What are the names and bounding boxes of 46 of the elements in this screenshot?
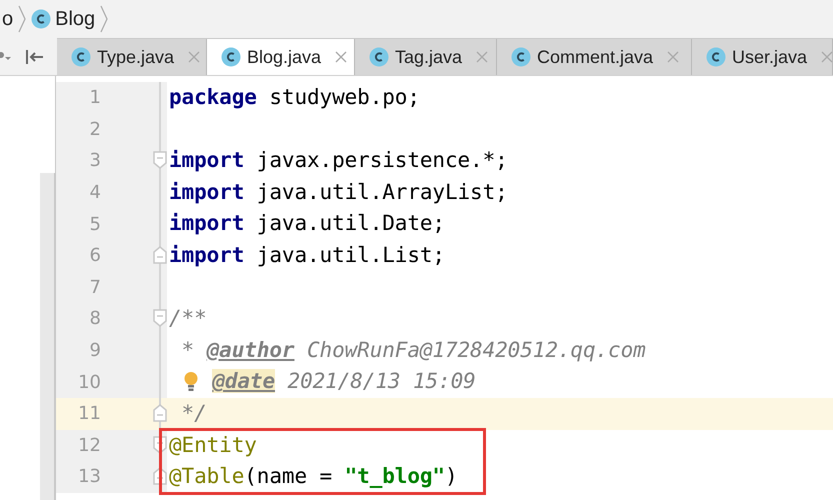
breadcrumb-item[interactable]: Blog bbox=[55, 4, 96, 34]
line-number: 8 bbox=[90, 307, 101, 332]
class-icon bbox=[31, 9, 52, 29]
code-line: @Table(name = "t_blog") bbox=[169, 463, 458, 490]
line-number: 7 bbox=[90, 276, 101, 300]
line-number: 4 bbox=[90, 181, 101, 206]
file-tab[interactable]: Type.java bbox=[57, 39, 207, 75]
code-line: import javax.persistence.*; bbox=[169, 147, 508, 174]
class-icon bbox=[706, 47, 726, 67]
chevron-icon bbox=[17, 4, 28, 34]
code-line: import java.util.ArrayList; bbox=[169, 178, 508, 206]
lightbulb-icon[interactable] bbox=[184, 371, 198, 394]
code-line: import java.util.Date; bbox=[169, 210, 445, 238]
collapse-left-icon[interactable] bbox=[24, 48, 44, 66]
code-line: package studyweb.po; bbox=[169, 84, 420, 112]
code-line: @Entity bbox=[169, 432, 257, 459]
line-number: 12 bbox=[78, 434, 101, 458]
file-tab[interactable]: User.java bbox=[692, 39, 833, 75]
line-number: 1 bbox=[90, 86, 101, 110]
line-number: 9 bbox=[90, 339, 101, 364]
chevron-icon bbox=[99, 4, 110, 34]
code-line: * @author ChowRunFa@1728420512.qq.com bbox=[180, 336, 646, 364]
close-icon[interactable] bbox=[335, 51, 348, 63]
code-line: /** bbox=[169, 305, 207, 332]
line-number: 10 bbox=[78, 370, 101, 395]
class-icon bbox=[369, 47, 389, 67]
breadcrumb-item[interactable]: o bbox=[2, 4, 14, 34]
line-number: 5 bbox=[90, 212, 101, 237]
file-tab[interactable]: Comment.java bbox=[497, 39, 692, 75]
class-icon bbox=[71, 47, 91, 67]
line-number: 2 bbox=[90, 118, 101, 142]
line-number: 6 bbox=[90, 244, 101, 268]
code-line: @date 2021/8/13 15:09 bbox=[212, 368, 476, 396]
line-number: 11 bbox=[78, 402, 101, 426]
line-number: 3 bbox=[90, 149, 101, 174]
line-number: 13 bbox=[78, 465, 101, 490]
file-tab[interactable]: Blog.java bbox=[207, 39, 355, 75]
close-icon[interactable] bbox=[476, 51, 488, 63]
close-icon[interactable] bbox=[188, 51, 200, 63]
close-icon[interactable] bbox=[667, 51, 680, 63]
close-icon[interactable] bbox=[821, 51, 833, 63]
class-icon bbox=[221, 47, 241, 67]
code-line: import java.util.List; bbox=[169, 242, 445, 270]
code-line: */ bbox=[180, 400, 207, 427]
class-icon bbox=[511, 47, 531, 67]
file-tab[interactable]: Tag.java bbox=[355, 39, 497, 75]
